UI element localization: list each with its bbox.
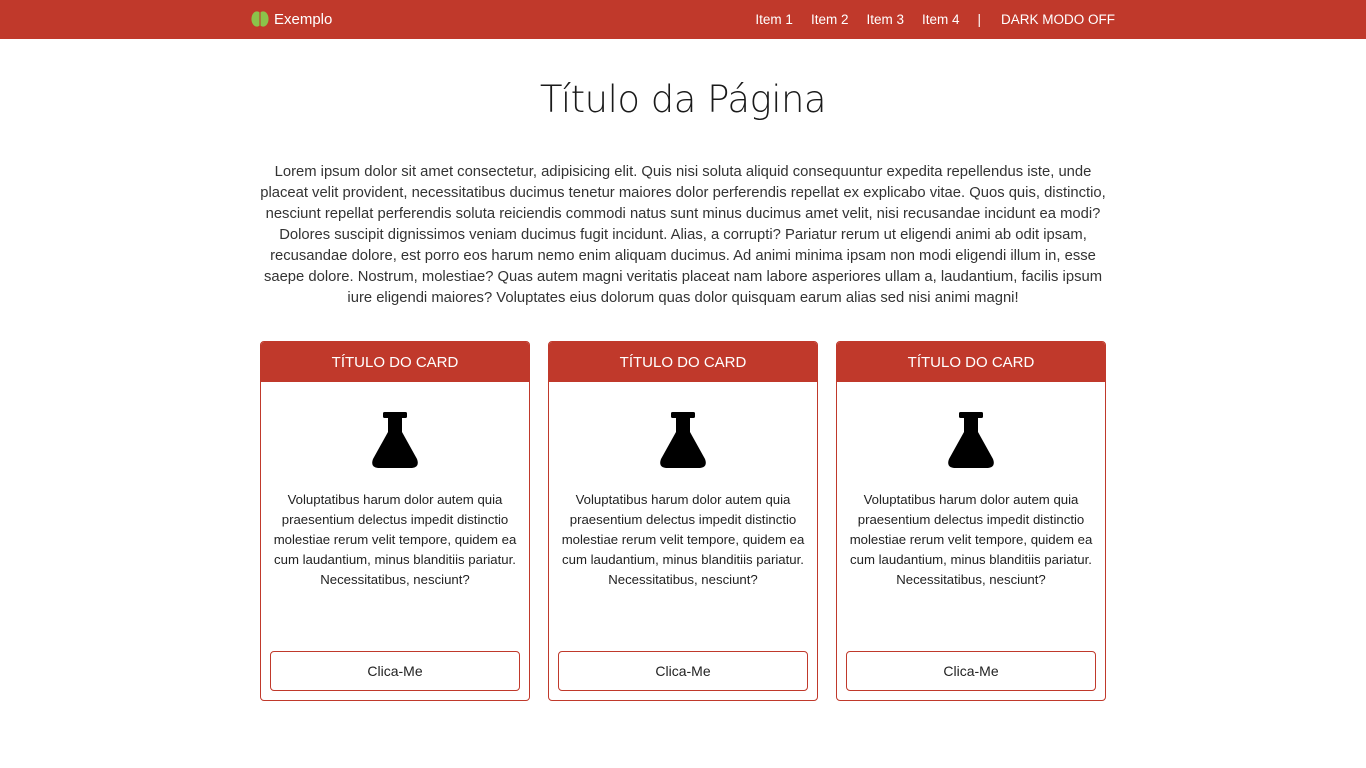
card-button[interactable]: Clica-Me (270, 651, 520, 691)
card-text: Voluptatibus harum dolor autem quia prae… (561, 492, 805, 587)
nav-separator: | (977, 12, 981, 27)
intro-paragraph: Lorem ipsum dolor sit amet consectetur, … (260, 164, 1106, 306)
nav-menu: Item 1 Item 2 Item 3 Item 4 | DARK MODO … (755, 12, 1115, 27)
brand-label: Exemplo (274, 10, 333, 28)
page-title: Título da Página (539, 78, 827, 121)
flask-icon (948, 412, 994, 468)
card-title: TÍTULO DO CARD (261, 342, 529, 382)
card: TÍTULO DO CARD Voluptatibus harum dolor … (260, 341, 530, 701)
brand-link[interactable]: Exemplo (251, 10, 332, 28)
flask-icon (372, 412, 418, 468)
card-text: Voluptatibus harum dolor autem quia prae… (849, 492, 1093, 587)
nav-item-2[interactable]: Item 2 (811, 12, 849, 27)
card-button[interactable]: Clica-Me (558, 651, 808, 691)
nav-item-3[interactable]: Item 3 (866, 12, 904, 27)
card-button[interactable]: Clica-Me (846, 651, 1096, 691)
card: TÍTULO DO CARD Voluptatibus harum dolor … (548, 341, 818, 701)
card: TÍTULO DO CARD Voluptatibus harum dolor … (836, 341, 1106, 701)
card-title: TÍTULO DO CARD (837, 342, 1105, 382)
card-text: Voluptatibus harum dolor autem quia prae… (273, 492, 517, 587)
brain-icon (251, 11, 269, 27)
nav-item-1[interactable]: Item 1 (755, 12, 793, 27)
dark-mode-toggle[interactable]: DARK MODO OFF (1001, 12, 1115, 27)
flask-icon (660, 412, 706, 468)
nav-item-4[interactable]: Item 4 (922, 12, 960, 27)
navbar: Exemplo Item 1 Item 2 Item 3 Item 4 | DA… (0, 0, 1366, 39)
card-title: TÍTULO DO CARD (549, 342, 817, 382)
